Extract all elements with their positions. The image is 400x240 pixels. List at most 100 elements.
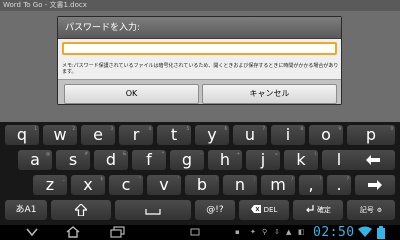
key-label: p bbox=[365, 125, 377, 144]
backspace-key[interactable] bbox=[350, 150, 395, 170]
backspace-arrow-icon bbox=[365, 155, 380, 165]
key-y[interactable]: y6 bbox=[195, 125, 229, 145]
key-label: m bbox=[270, 175, 286, 194]
key-hint: 8 bbox=[300, 126, 303, 131]
soft-keyboard: q1 w2 e3 r4 t5 y6 u7 i8 o9 p0 a @ s # d & f… bbox=[0, 122, 400, 225]
key-b[interactable]: b: bbox=[185, 175, 219, 195]
key-d[interactable]: d & bbox=[94, 150, 128, 170]
key-hint: ! bbox=[319, 176, 321, 181]
key-e[interactable]: e3 bbox=[81, 125, 115, 145]
key-w[interactable]: w2 bbox=[43, 125, 77, 145]
key-o[interactable]: o9 bbox=[309, 125, 343, 145]
key-hint: 0 bbox=[390, 126, 393, 131]
settings-small-icon: ⚙ bbox=[376, 207, 383, 214]
kigou-label: 記号 bbox=[359, 206, 374, 214]
key-label: e bbox=[93, 125, 103, 144]
key-comma[interactable]: ,! bbox=[299, 175, 323, 195]
key-label: z bbox=[45, 175, 55, 194]
password-dialog: パスワードを入力: メモ:パスワード保護されているファイルは暗号化されているため… bbox=[57, 16, 342, 105]
key-t[interactable]: t5 bbox=[157, 125, 191, 145]
key-label: q bbox=[16, 125, 28, 144]
home-icon[interactable] bbox=[65, 226, 81, 238]
key-z[interactable]: z _ bbox=[33, 175, 67, 195]
key-x[interactable]: x $ bbox=[71, 175, 105, 195]
key-a[interactable]: a @ bbox=[18, 150, 52, 170]
key-c[interactable]: c " bbox=[109, 175, 143, 195]
android-debug-icon: ✦ bbox=[250, 228, 256, 236]
key-label: s bbox=[68, 150, 78, 169]
ok-button[interactable]: OK bbox=[64, 84, 199, 104]
key-label: g bbox=[181, 150, 193, 169]
input-mode-label: あA1 bbox=[15, 205, 37, 215]
key-label: c bbox=[121, 175, 131, 194]
confirm-label: 確定 bbox=[316, 206, 331, 214]
enter-icon bbox=[306, 205, 314, 213]
key-hint: @ bbox=[46, 151, 50, 156]
shift-key[interactable] bbox=[51, 200, 111, 220]
key-g[interactable]: g- bbox=[170, 150, 204, 170]
hide-keyboard-icon[interactable] bbox=[25, 226, 39, 238]
key-label: h bbox=[219, 150, 231, 169]
key-v[interactable]: v ' bbox=[147, 175, 181, 195]
key-label: j bbox=[260, 150, 266, 169]
key-h[interactable]: h + bbox=[208, 150, 242, 170]
key-hint: & bbox=[122, 151, 126, 156]
key-label: t bbox=[170, 125, 178, 144]
download-icon: ⇩ bbox=[274, 228, 280, 236]
clock: 02:50 bbox=[313, 225, 355, 240]
key-s[interactable]: s # bbox=[56, 150, 90, 170]
key-hint: ? bbox=[346, 176, 349, 181]
key-hint: ; bbox=[253, 176, 255, 181]
key-hint: - bbox=[200, 151, 202, 156]
key-n[interactable]: n; bbox=[223, 175, 257, 195]
input-mode-key[interactable]: あA1 bbox=[5, 200, 47, 220]
key-period[interactable]: .? bbox=[327, 175, 351, 195]
space-key[interactable] bbox=[115, 200, 191, 220]
key-hint: 7 bbox=[262, 126, 265, 131]
key-hint: _ bbox=[63, 176, 65, 181]
key-k[interactable]: k( bbox=[284, 150, 318, 170]
app-title: Word To Go - 文書1.docx bbox=[3, 1, 87, 9]
key-f[interactable]: f * bbox=[132, 150, 166, 170]
recent-apps-icon[interactable] bbox=[110, 226, 126, 238]
notification-icon: ▪ bbox=[235, 228, 240, 236]
key-hint: 4 bbox=[148, 126, 151, 131]
key-i[interactable]: i8 bbox=[271, 125, 305, 145]
right-arrow-icon bbox=[368, 180, 382, 190]
key-u[interactable]: u7 bbox=[233, 125, 267, 145]
confirm-key[interactable]: 確定 bbox=[293, 200, 343, 220]
key-label: i bbox=[285, 125, 291, 144]
shift-arrow-icon bbox=[73, 203, 89, 217]
password-input[interactable] bbox=[62, 42, 337, 55]
key-label: . bbox=[336, 175, 342, 194]
key-label: k bbox=[296, 150, 306, 169]
cancel-button[interactable]: キャンセル bbox=[202, 84, 337, 104]
key-p[interactable]: p0 bbox=[347, 125, 395, 145]
key-hint: 5 bbox=[186, 126, 189, 131]
key-label: r bbox=[132, 125, 140, 144]
key-label: n bbox=[234, 175, 246, 194]
key-hint: : bbox=[215, 176, 217, 181]
key-label: a bbox=[30, 150, 40, 169]
usb-icon: ⚲ bbox=[262, 228, 268, 236]
delete-label: DEL bbox=[263, 206, 278, 214]
delete-key[interactable]: DEL bbox=[239, 200, 289, 220]
system-nav-bar: ▪ ✦ ⚲ ⇩ ▲ ◧ 02:50 bbox=[0, 225, 400, 240]
key-hint: $ bbox=[100, 176, 103, 181]
enter-arrow-key[interactable] bbox=[355, 175, 395, 195]
key-m[interactable]: m / bbox=[261, 175, 295, 195]
kigou-key[interactable]: 記号 ⚙ bbox=[347, 200, 395, 220]
symbols-key[interactable]: @!? bbox=[195, 200, 235, 220]
key-label: , bbox=[308, 175, 314, 194]
key-label: w bbox=[53, 125, 67, 144]
key-label: y bbox=[207, 125, 217, 144]
key-hint: ' bbox=[177, 176, 179, 181]
key-label: v bbox=[159, 175, 169, 194]
key-r[interactable]: r4 bbox=[119, 125, 153, 145]
key-label: o bbox=[321, 125, 331, 144]
keyboard-status-icon bbox=[190, 228, 200, 236]
key-j[interactable]: j = bbox=[246, 150, 280, 170]
key-q[interactable]: q1 bbox=[5, 125, 39, 145]
delete-icon bbox=[250, 205, 261, 213]
dialog-message: メモ:パスワード保護されているファイルは暗号化されているため、開くときおよび保存… bbox=[62, 63, 339, 75]
